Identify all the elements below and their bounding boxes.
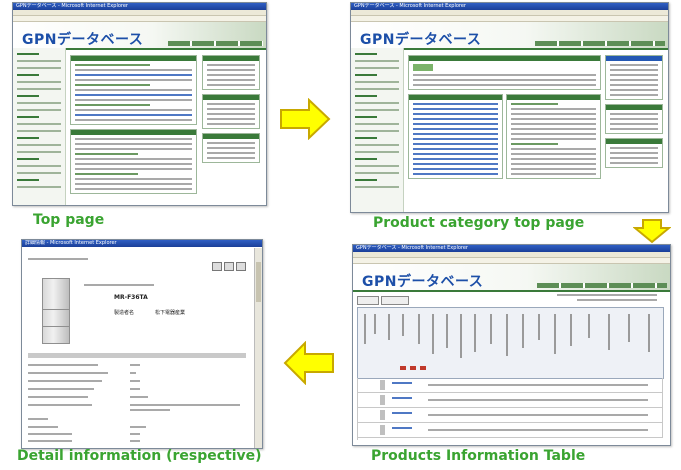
window-titlebar: GPNデータベース - Microsoft Internet Explorer <box>13 3 266 10</box>
detail-maker: 松下電器産業 <box>155 310 186 316</box>
category-right <box>605 55 663 206</box>
products-table-screenshot: GPNデータベース - Microsoft Internet Explorer … <box>352 244 671 446</box>
sidebar <box>13 48 66 205</box>
detail-toolbar-icons <box>212 262 246 271</box>
window-titlebar: GPNデータベース - Microsoft Internet Explorer <box>351 3 668 10</box>
main-column <box>70 55 197 199</box>
detail-section-bar <box>28 353 246 358</box>
criteria-box <box>506 94 601 179</box>
detail-model: MR-F36TA <box>114 294 148 301</box>
arrow-left-icon <box>283 341 334 385</box>
table-rows <box>357 378 663 440</box>
top-page-screenshot: GPNデータベース - Microsoft Internet Explorer … <box>12 2 267 206</box>
global-nav <box>537 283 667 288</box>
gpn-logo: GPNデータベース <box>22 32 144 48</box>
detail-screenshot: 詳細情報 - Microsoft Internet Explorer MR-F3… <box>21 239 263 449</box>
gpn-logo: GPNデータベース <box>360 32 482 48</box>
category-page-screenshot: GPNデータベース - Microsoft Internet Explorer … <box>350 2 669 213</box>
window-titlebar: GPNデータベース - Microsoft Internet Explorer <box>353 245 670 252</box>
fridge-image <box>36 278 74 344</box>
gpn-logo: GPNデータベース <box>362 274 484 290</box>
gpn-header: GPNデータベース <box>353 264 670 292</box>
category-intro-box <box>408 55 601 90</box>
arrow-right-icon <box>280 98 331 140</box>
product-list-box <box>408 94 503 179</box>
gpn-header: GPNデータベース <box>13 22 266 50</box>
category-main <box>408 55 601 206</box>
caption-category-page: Product category top page <box>373 215 585 231</box>
sidebar <box>351 48 404 212</box>
window-titlebar: 詳細情報 - Microsoft Internet Explorer <box>22 240 262 247</box>
news-box <box>70 55 197 125</box>
global-nav <box>168 41 263 46</box>
right-column <box>202 55 260 199</box>
detail-maker-label: 製造者名 <box>114 310 135 316</box>
caption-products-table: Products Information Table <box>371 448 586 464</box>
info-box <box>70 129 197 194</box>
gpn-header: GPNデータベース <box>351 22 668 50</box>
global-nav <box>535 41 665 46</box>
table-toolbar <box>357 294 662 306</box>
caption-top-page: Top page <box>33 212 105 228</box>
arrow-down-icon <box>633 219 671 244</box>
detail-scrollbar[interactable] <box>254 248 262 448</box>
table-header <box>357 307 664 379</box>
caption-detail: Detail information (respective) <box>17 448 262 464</box>
